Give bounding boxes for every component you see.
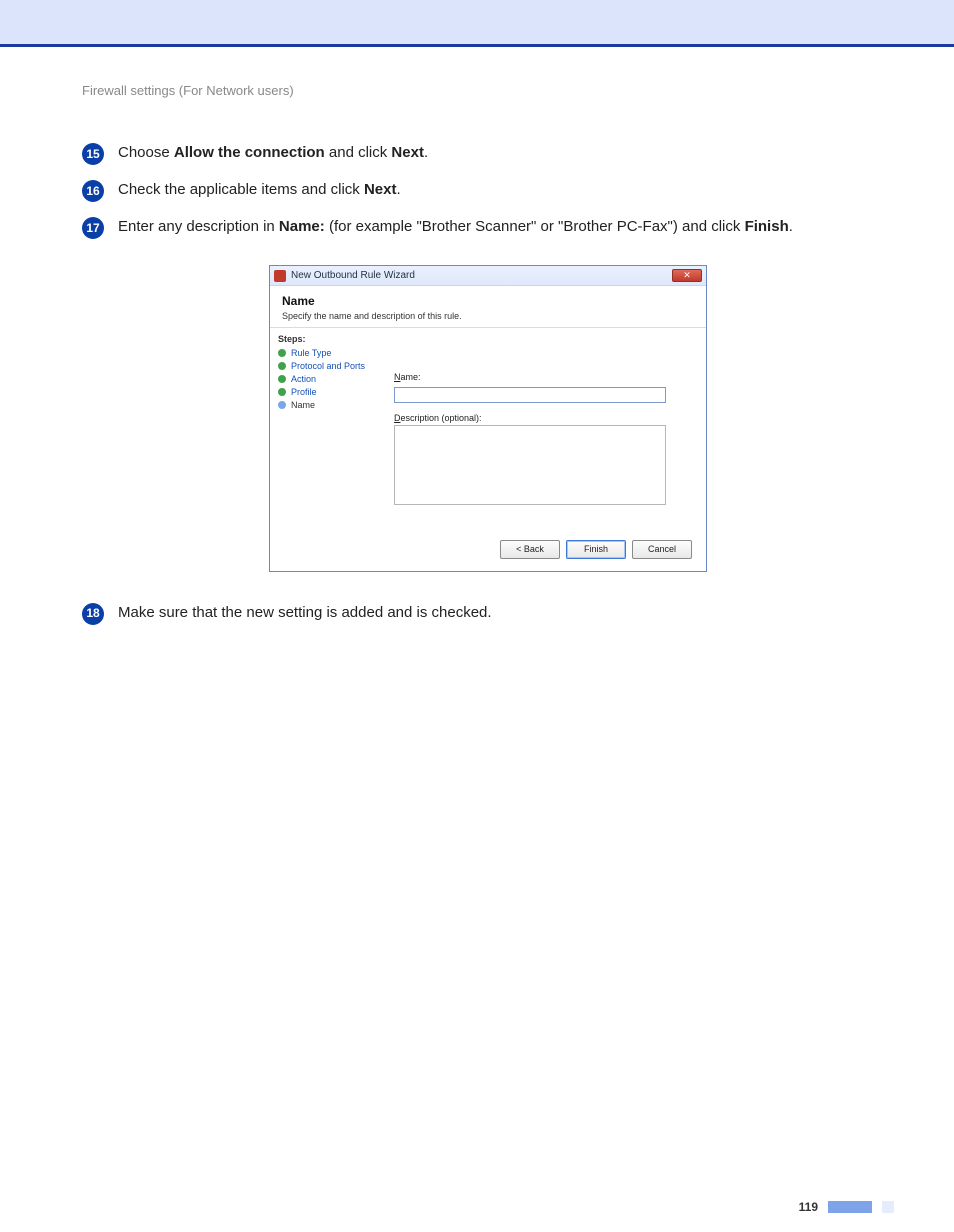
step-dot-icon (278, 401, 286, 409)
step-badge: 17 (82, 217, 104, 239)
name-label: Name: (394, 372, 686, 382)
wizard-step-name: Name (278, 400, 380, 410)
step-dot-icon (278, 375, 286, 383)
step-badge: 16 (82, 180, 104, 202)
page-number: 119 (799, 1200, 818, 1214)
description-label: Description (optional): (394, 413, 686, 423)
text: Enter any description in (118, 218, 279, 235)
wizard-step-action[interactable]: Action (278, 374, 380, 384)
text: Make sure that the new setting is added … (118, 604, 492, 621)
wizard-step-rule-type[interactable]: Rule Type (278, 348, 380, 358)
wizard-main-panel: Name: Description (optional): (388, 328, 706, 530)
wizard-heading: Name (282, 294, 694, 308)
step-text: Enter any description in Name: (for exam… (118, 216, 793, 237)
step-dot-icon (278, 349, 286, 357)
step-dot-icon (278, 388, 286, 396)
wizard-titlebar[interactable]: New Outbound Rule Wizard ✕ (270, 266, 706, 286)
step-label: Action (291, 374, 316, 384)
steps-list: 15 Choose Allow the connection and click… (82, 142, 894, 239)
step-label: Protocol and Ports (291, 361, 365, 371)
label-rest: ame: (401, 372, 421, 382)
close-button[interactable]: ✕ (672, 269, 702, 282)
step-badge: 15 (82, 143, 104, 165)
name-field-group: Name: (394, 372, 686, 403)
page-footer: 119 (799, 1200, 894, 1214)
step-badge: 18 (82, 603, 104, 625)
step-15: 15 Choose Allow the connection and click… (82, 142, 894, 165)
step-17: 17 Enter any description in Name: (for e… (82, 216, 894, 239)
page-content: Firewall settings (For Network users) 15… (0, 47, 954, 625)
text: . (396, 181, 400, 198)
text: . (789, 218, 793, 235)
wizard-subheading: Specify the name and description of this… (282, 311, 694, 321)
firewall-icon (274, 270, 286, 282)
name-input[interactable] (394, 387, 666, 403)
text: Check the applicable items and click (118, 181, 364, 198)
bold: Next (391, 144, 424, 161)
footer-bar-icon (828, 1201, 872, 1213)
wizard-dialog: New Outbound Rule Wizard ✕ Name Specify … (269, 265, 707, 572)
step-text: Check the applicable items and click Nex… (118, 179, 401, 200)
description-field-group: Description (optional): (394, 413, 686, 510)
label-rest: escription (optional): (401, 413, 482, 423)
step-text: Make sure that the new setting is added … (118, 602, 492, 623)
step-label: Rule Type (291, 348, 331, 358)
wizard-footer: < Back Finish Cancel (270, 530, 706, 571)
finish-button[interactable]: Finish (566, 540, 626, 559)
text: . (424, 144, 428, 161)
steps-header: Steps: (278, 334, 380, 344)
step-dot-icon (278, 362, 286, 370)
text: (for example "Brother Scanner" or "Broth… (325, 218, 745, 235)
bold: Next (364, 181, 397, 198)
wizard-step-protocol[interactable]: Protocol and Ports (278, 361, 380, 371)
cancel-button[interactable]: Cancel (632, 540, 692, 559)
step-label: Name (291, 400, 315, 410)
wizard-steps-panel: Steps: Rule Type Protocol and Ports Acti… (270, 328, 388, 530)
bold: Allow the connection (174, 144, 325, 161)
wizard-step-profile[interactable]: Profile (278, 387, 380, 397)
breadcrumb: Firewall settings (For Network users) (82, 83, 894, 98)
step-text: Choose Allow the connection and click Ne… (118, 142, 428, 163)
back-button[interactable]: < Back (500, 540, 560, 559)
description-input[interactable] (394, 425, 666, 505)
bold: Finish (745, 218, 789, 235)
step-16: 16 Check the applicable items and click … (82, 179, 894, 202)
bold: Name: (279, 218, 325, 235)
text: and click (325, 144, 392, 161)
step-label: Profile (291, 387, 317, 397)
text: Choose (118, 144, 174, 161)
footer-bar-icon (882, 1201, 894, 1213)
top-band (0, 0, 954, 44)
wizard-title-text: New Outbound Rule Wizard (291, 270, 672, 281)
step-18: 18 Make sure that the new setting is add… (82, 602, 894, 625)
wizard-header: Name Specify the name and description of… (270, 286, 706, 328)
